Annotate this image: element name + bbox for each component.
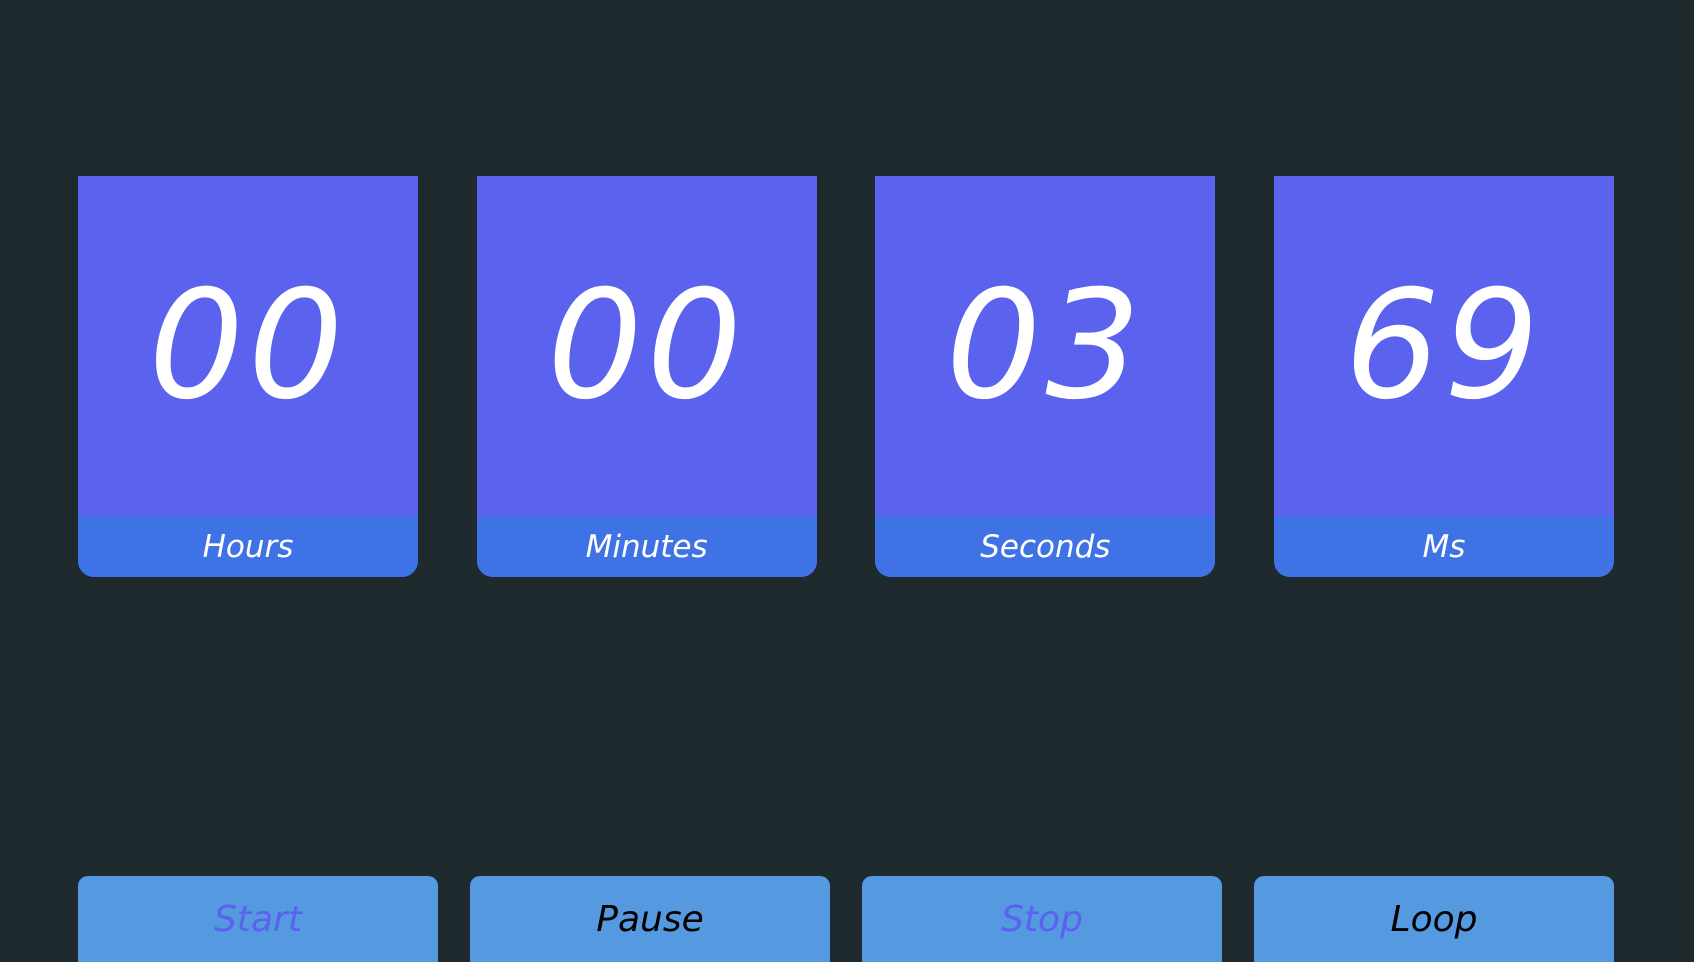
minutes-value: 00 (547, 259, 747, 433)
stop-button[interactable]: Stop (862, 876, 1222, 962)
hours-label: Hours (78, 516, 418, 577)
seconds-card: 03 Seconds (875, 176, 1216, 577)
minutes-label: Minutes (476, 516, 817, 577)
ms-value: 69 (1344, 259, 1544, 433)
loop-button[interactable]: Loop (1254, 876, 1614, 962)
seconds-label: Seconds (875, 516, 1216, 577)
ms-card: 69 Ms (1273, 176, 1614, 577)
timer-display: 00 Hours 00 Minutes 03 Seconds 69 Ms (78, 176, 1614, 577)
control-bar: Start Pause Stop Loop (78, 876, 1614, 962)
pause-button[interactable]: Pause (470, 876, 830, 962)
start-button[interactable]: Start (78, 876, 438, 962)
hours-value: 00 (148, 259, 348, 433)
minutes-card: 00 Minutes (476, 176, 817, 577)
ms-label: Ms (1273, 516, 1614, 577)
seconds-value: 03 (945, 259, 1145, 433)
hours-card: 00 Hours (78, 176, 418, 577)
